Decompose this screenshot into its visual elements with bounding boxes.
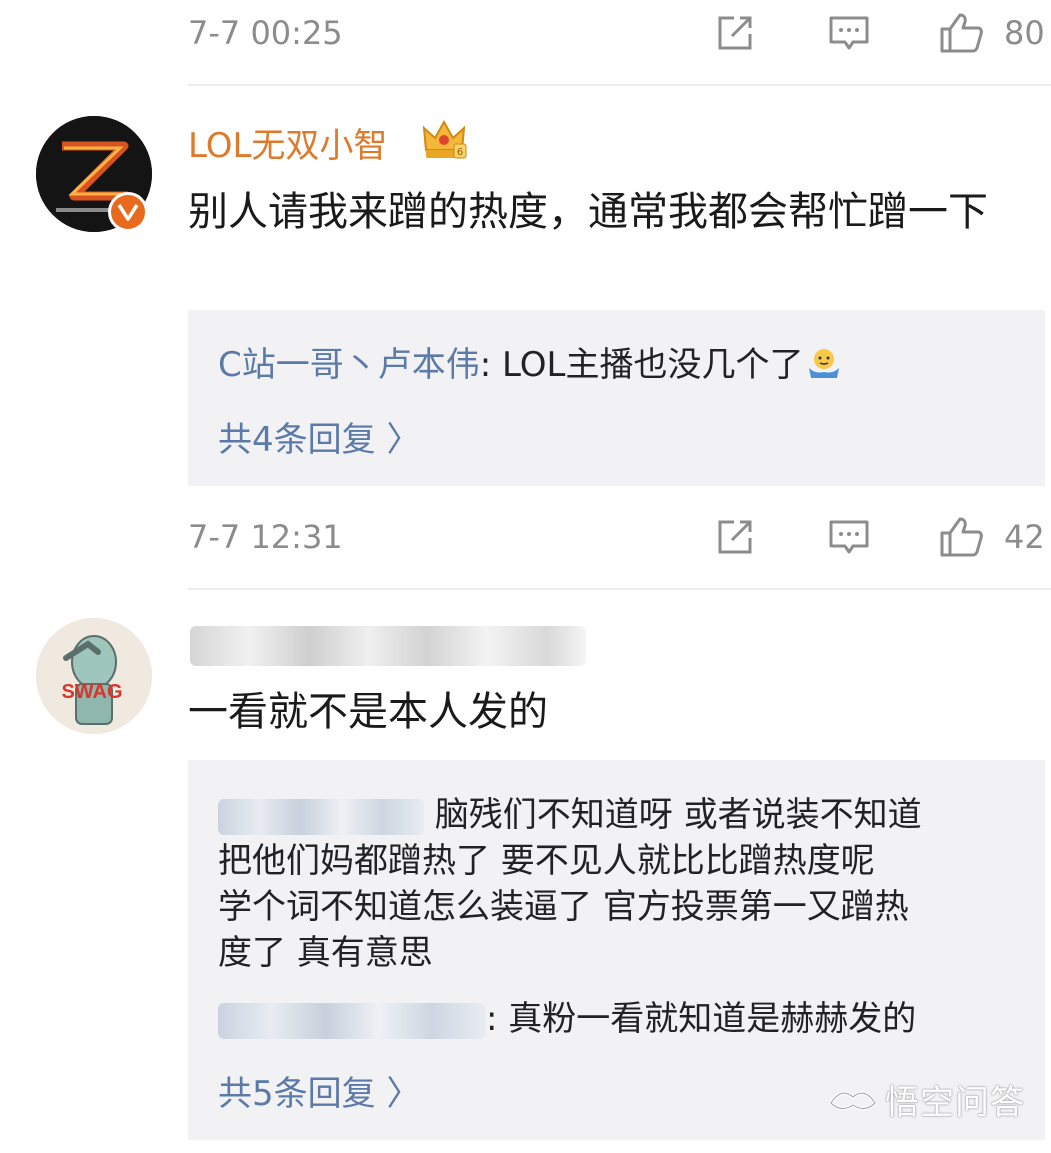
reply-author-redacted[interactable] [218,1002,486,1039]
avatar[interactable]: SWAG [36,618,152,734]
reply-box[interactable]: C站一哥丶卢本伟: LOL主播也没几个了 共4条回复 〉 [188,310,1045,486]
like-count: 42 [1004,518,1045,556]
comment-button[interactable] [826,10,872,56]
reply-line: C站一哥丶卢本伟: LOL主播也没几个了 [218,342,843,388]
comment-button[interactable] [826,514,872,560]
reply-author-redacted[interactable] [218,798,424,835]
verified-badge-icon [108,192,148,232]
like-icon [940,517,983,557]
post-time: 7-7 00:25 [188,14,343,52]
reply-line: 脑残们不知道呀 或者说装不知道 [218,792,922,838]
share-button[interactable] [712,514,758,560]
divider [188,84,1051,86]
comment-time: 7-7 12:31 [188,518,343,556]
reply-text: 把他们妈都蹭热了 要不见人就比比蹭热度呢 [218,841,875,881]
reply-box[interactable]: 脑残们不知道呀 或者说装不知道 把他们妈都蹭热了 要不见人就比比蹭热度呢 学个词… [188,760,1045,1140]
svg-text:6: 6 [457,147,463,158]
svg-text:SWAG: SWAG [61,681,122,703]
comment-action-bar: 7-7 12:31 42 [0,504,1051,576]
watermark: 悟空问答 [827,1075,1025,1124]
wukong-logo-icon [829,1091,877,1110]
like-icon [940,13,983,53]
comment-content: 一看就不是本人发的 [188,689,548,735]
more-replies-link[interactable]: 共5条回复 〉 [218,1066,420,1115]
reply-text: : LOL主播也没几个了 [479,345,804,385]
reply-text: : 真粉一看就知道是赫赫发的 [486,999,917,1039]
like-button[interactable] [938,10,984,56]
more-replies-link[interactable]: 共4条回复 〉 [218,412,420,461]
reply-text: 度了 真有意思 [218,933,433,973]
reply-line: : 真粉一看就知道是赫赫发的 [218,996,916,1042]
share-icon [718,16,752,50]
comment-icon [829,520,869,554]
username-redacted[interactable] [190,626,586,666]
crown-badge-icon: 6 [422,119,467,159]
shrug-emoji-icon [809,349,840,378]
watermark-text: 悟空问答 [885,1083,1025,1123]
reply-text: 学个词不知道怎么装逼了 官方投票第一又蹭热 [218,887,909,927]
top-action-bar: 7-7 00:25 80 [0,0,1051,72]
reply-text: 脑残们不知道呀 或者说装不知道 [434,795,922,835]
share-button[interactable] [712,10,758,56]
reply-author[interactable]: C站一哥丶卢本伟 [218,345,480,385]
comment-icon [829,16,869,50]
divider [188,588,1051,590]
comment-username[interactable]: LOL无双小智 [188,118,387,167]
comment-content: 别人请我来蹭的热度，通常我都会帮忙蹭一下 [188,189,988,235]
like-button[interactable] [938,514,984,560]
share-icon [718,520,752,554]
cartoon-avatar-image: SWAG [36,618,152,734]
like-count: 80 [1004,14,1045,52]
